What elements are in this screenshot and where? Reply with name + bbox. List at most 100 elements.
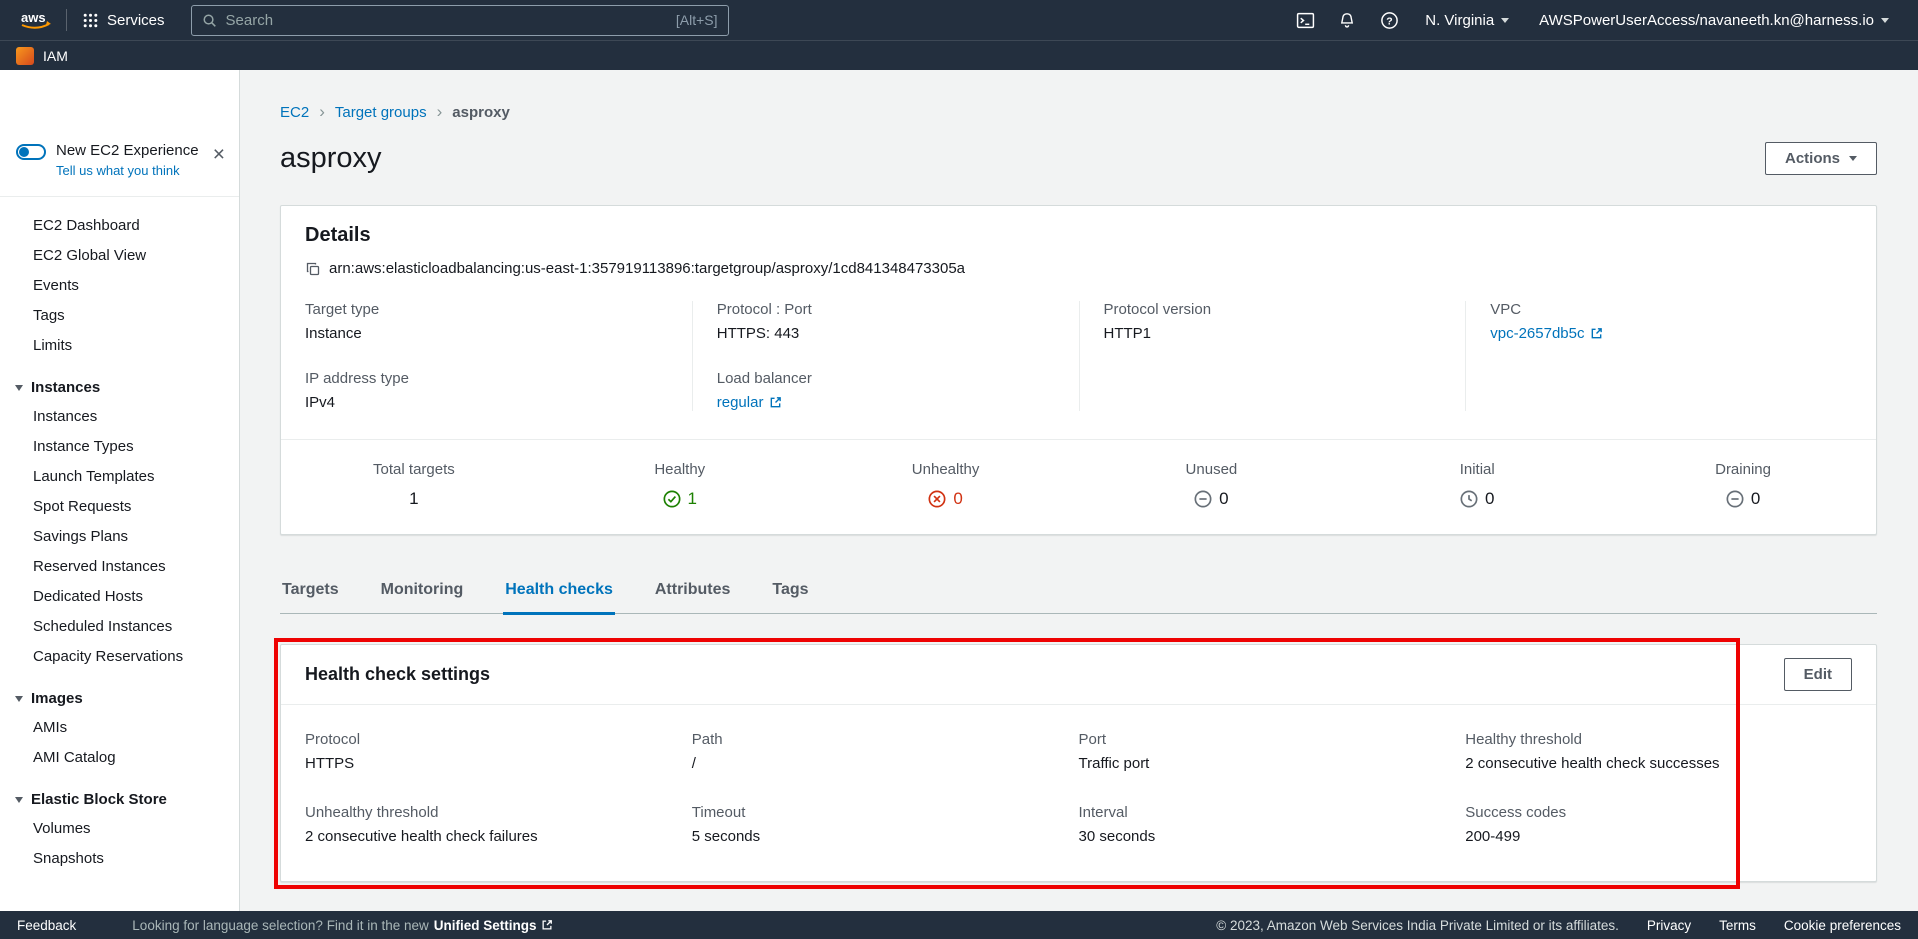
search-shortcut-hint: [Alt+S] (676, 12, 718, 28)
terms-link[interactable]: Terms (1719, 918, 1756, 933)
protocol-version-field: Protocol version HTTP1 (1104, 301, 1466, 342)
sidebar-item-ec2-dashboard[interactable]: EC2 Dashboard (0, 211, 239, 241)
service-tab-bar: IAM (0, 40, 1918, 70)
sidebar-section-images[interactable]: Images (0, 682, 239, 713)
account-menu[interactable]: AWSPowerUserAccess/navaneeth.kn@harness.… (1524, 0, 1904, 40)
top-nav-row: aws Services [Alt+S] (0, 0, 1918, 40)
feedback-link[interactable]: Feedback (17, 918, 76, 933)
chevron-down-icon (1881, 18, 1889, 23)
breadcrumb-ec2[interactable]: EC2 (280, 104, 309, 121)
sidebar-item-instance-types[interactable]: Instance Types (0, 432, 239, 462)
page-title: asproxy (280, 142, 382, 175)
details-heading: Details (305, 224, 1852, 247)
health-check-settings-heading: Health check settings (305, 664, 490, 685)
external-link-icon (769, 396, 782, 409)
minus-circle-icon (1194, 490, 1212, 508)
services-label: Services (107, 12, 165, 29)
check-circle-icon (663, 490, 681, 508)
help-button[interactable]: ? (1368, 0, 1410, 40)
sidebar-item-tags[interactable]: Tags (0, 301, 239, 331)
breadcrumb: EC2 › Target groups › asproxy (280, 102, 1877, 122)
sidebar-item-dedicated-hosts[interactable]: Dedicated Hosts (0, 582, 239, 612)
iam-service-icon (16, 47, 34, 65)
breadcrumb-current: asproxy (452, 104, 510, 121)
chevron-down-icon (1501, 18, 1509, 23)
language-selection-note: Looking for language selection? Find it … (132, 918, 552, 933)
details-grid: Target type Instance IP address type IPv… (281, 277, 1876, 439)
new-experience-title: New EC2 Experience (56, 142, 199, 159)
sidebar-item-reserved-instances[interactable]: Reserved Instances (0, 552, 239, 582)
copy-icon[interactable] (305, 261, 321, 277)
hc-protocol-field: Protocol HTTPS (305, 731, 692, 772)
breadcrumb-target-groups[interactable]: Target groups (335, 104, 427, 121)
sidebar-item-spot-requests[interactable]: Spot Requests (0, 492, 239, 522)
sidebar-item-launch-templates[interactable]: Launch Templates (0, 462, 239, 492)
sidebar-section-elastic-block-store[interactable]: Elastic Block Store (0, 783, 239, 814)
vpc-link[interactable]: vpc-2657db5c (1490, 325, 1603, 342)
tab-targets[interactable]: Targets (280, 569, 341, 615)
sidebar-item-limits[interactable]: Limits (0, 331, 239, 361)
protocol-port-field: Protocol : Port HTTPS: 443 (717, 301, 1079, 342)
new-experience-banner: New EC2 Experience Tell us what you thin… (0, 142, 239, 197)
hc-success-codes-field: Success codes 200-499 (1465, 804, 1852, 845)
new-experience-toggle[interactable] (16, 144, 46, 160)
hc-interval-field: Interval 30 seconds (1079, 804, 1466, 845)
hc-timeout-field: Timeout 5 seconds (692, 804, 1079, 845)
breadcrumb-separator: › (319, 102, 325, 122)
aws-logo[interactable]: aws (14, 0, 66, 40)
iam-service-tab[interactable]: IAM (16, 47, 68, 65)
hc-path-field: Path / (692, 731, 1079, 772)
sidebar-item-amis[interactable]: AMIs (0, 713, 239, 743)
stat-draining: Draining 0 (1610, 461, 1876, 509)
top-navigation: aws Services [Alt+S] (0, 0, 1918, 70)
cookie-preferences-link[interactable]: Cookie preferences (1784, 918, 1901, 933)
sidebar-section-instances[interactable]: Instances (0, 371, 239, 402)
unified-settings-link[interactable]: Unified Settings (434, 918, 553, 933)
iam-label: IAM (43, 48, 68, 64)
health-check-settings-card: Health check settings Edit Protocol HTTP… (280, 644, 1877, 882)
stat-unhealthy: Unhealthy 0 (813, 461, 1079, 509)
tab-attributes[interactable]: Attributes (653, 569, 733, 615)
search-input[interactable] (226, 12, 667, 29)
services-grid-icon (83, 13, 98, 28)
sidebar-item-snapshots[interactable]: Snapshots (0, 844, 239, 874)
sidebar-item-savings-plans[interactable]: Savings Plans (0, 522, 239, 552)
sidebar-nav: EC2 Dashboard EC2 Global View Events Tag… (0, 197, 239, 874)
sidebar-item-instances[interactable]: Instances (0, 402, 239, 432)
triangle-down-icon (15, 385, 23, 391)
target-group-tabs: Targets Monitoring Health checks Attribu… (280, 569, 1877, 614)
triangle-down-icon (15, 696, 23, 702)
global-search[interactable]: [Alt+S] (191, 5, 729, 36)
cloudshell-button[interactable] (1284, 0, 1326, 40)
close-icon[interactable]: × (213, 144, 225, 165)
actions-button[interactable]: Actions (1765, 142, 1877, 175)
sidebar-item-ec2-global-view[interactable]: EC2 Global View (0, 241, 239, 271)
details-card: Details arn:aws:elasticloadbalancing:us-… (280, 205, 1877, 535)
edit-button[interactable]: Edit (1784, 658, 1852, 691)
hc-unhealthy-threshold-field: Unhealthy threshold 2 consecutive health… (305, 804, 692, 845)
tell-us-link[interactable]: Tell us what you think (56, 163, 199, 178)
stat-total-targets: Total targets 1 (281, 461, 547, 509)
target-type-field: Target type Instance (305, 301, 692, 342)
footer: Feedback Looking for language selection?… (0, 911, 1918, 939)
services-menu-button[interactable]: Services (67, 0, 181, 40)
svg-text:aws: aws (21, 10, 46, 25)
sidebar-item-capacity-reservations[interactable]: Capacity Reservations (0, 642, 239, 672)
load-balancer-link[interactable]: regular (717, 394, 783, 411)
minus-circle-icon (1726, 490, 1744, 508)
sidebar-item-ami-catalog[interactable]: AMI Catalog (0, 743, 239, 773)
region-label: N. Virginia (1425, 12, 1494, 29)
health-check-grid: Protocol HTTPS Path / Port Traffic port … (281, 705, 1876, 881)
tab-health-checks[interactable]: Health checks (503, 569, 615, 615)
tab-tags[interactable]: Tags (770, 569, 810, 615)
privacy-link[interactable]: Privacy (1647, 918, 1691, 933)
sidebar-item-events[interactable]: Events (0, 271, 239, 301)
sidebar-item-scheduled-instances[interactable]: Scheduled Instances (0, 612, 239, 642)
sidebar-item-volumes[interactable]: Volumes (0, 814, 239, 844)
hc-port-field: Port Traffic port (1079, 731, 1466, 772)
ec2-sidebar: New EC2 Experience Tell us what you thin… (0, 70, 240, 911)
notifications-bell-button[interactable] (1326, 0, 1368, 40)
copyright-text: © 2023, Amazon Web Services India Privat… (1216, 918, 1619, 933)
tab-monitoring[interactable]: Monitoring (379, 569, 466, 615)
region-selector[interactable]: N. Virginia (1410, 0, 1524, 40)
